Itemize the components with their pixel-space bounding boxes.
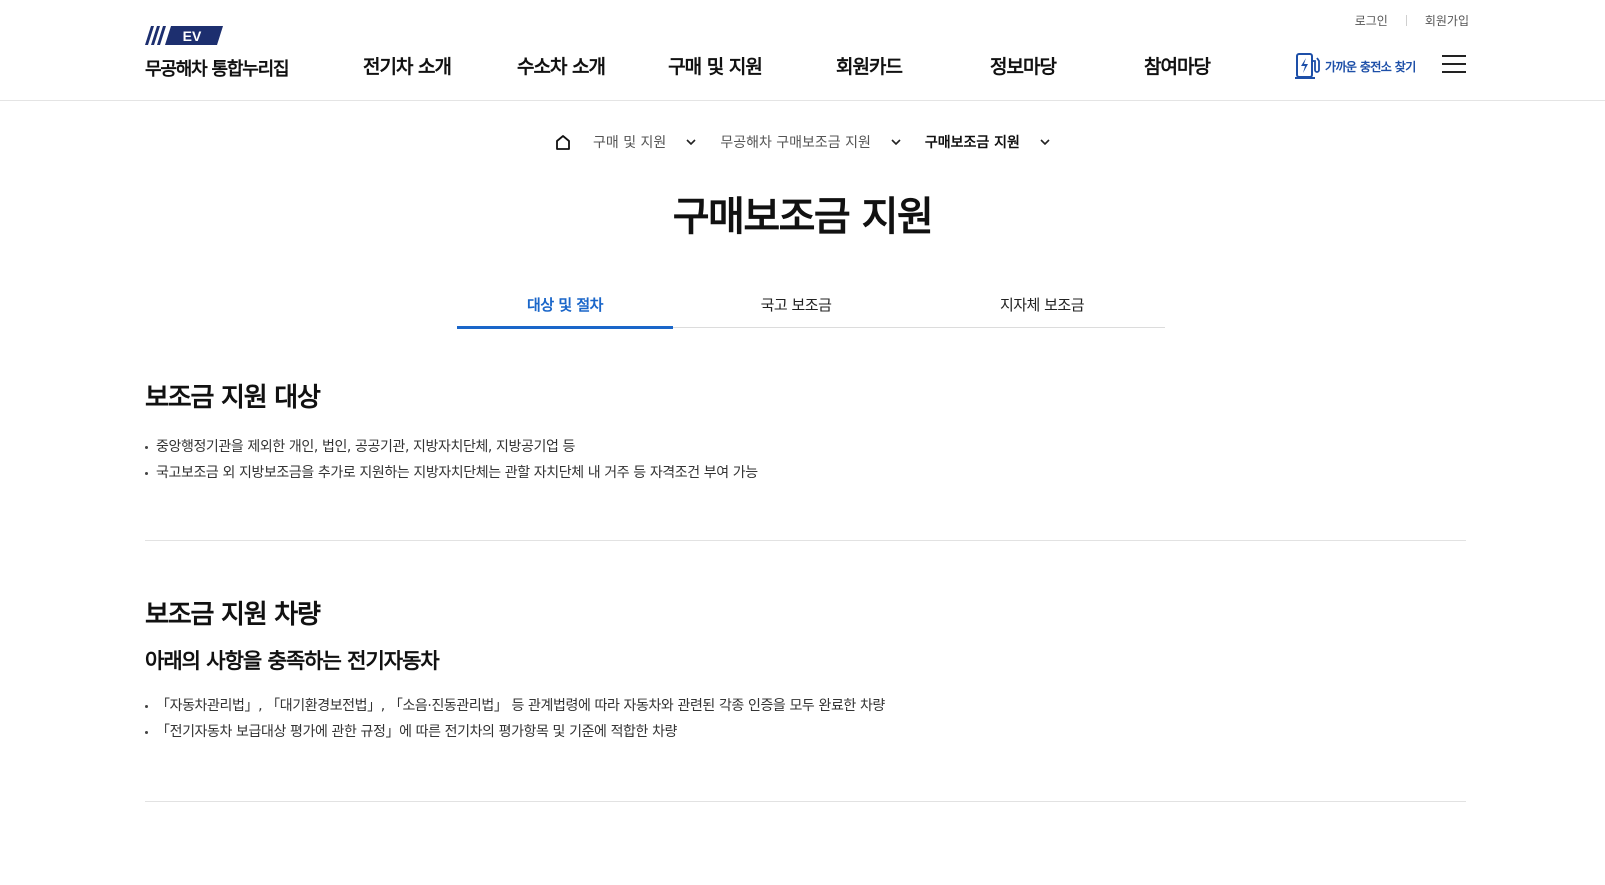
chevron-down-icon <box>686 139 696 145</box>
breadcrumb-label: 구매 및 지원 <box>593 135 667 151</box>
nav-ev-intro[interactable]: 전기차 소개 <box>363 52 452 79</box>
breadcrumb-label: 구매보조금 지원 <box>924 135 1020 151</box>
hamburger-menu-icon[interactable] <box>1442 55 1466 73</box>
ev-logo-mark: EV <box>145 26 305 45</box>
find-charger-label: 가까운 충전소 찾기 <box>1325 59 1416 74</box>
utility-divider <box>1405 15 1407 26</box>
nav-hydrogen-intro[interactable]: 수소차 소개 <box>517 52 606 79</box>
breadcrumb: 구매 및 지원 무공해차 구매보조금 지원 구매보조금 지원 <box>555 131 1074 153</box>
nav-purchase-support[interactable]: 구매 및 지원 <box>668 52 763 79</box>
breadcrumb-item-current[interactable]: 구매보조금 지원 <box>925 132 1050 152</box>
tab-bar: 대상 및 절차 국고 보조금 지자체 보조금 <box>457 280 1165 329</box>
section-subsidy-target: 보조금 지원 대상 중앙행정기관을 제외한 개인, 법인, 공공기관, 지방자치… <box>145 377 1466 486</box>
login-link[interactable]: 로그인 <box>1355 12 1388 29</box>
home-icon[interactable] <box>555 134 571 150</box>
ev-stripes-icon: EV <box>145 26 223 45</box>
logo-text: 무공해차 통합누리집 <box>145 59 290 80</box>
charging-station-icon <box>1295 53 1320 79</box>
signup-link[interactable]: 회원가입 <box>1425 12 1469 29</box>
site-logo[interactable]: EV 무공해차 통합누리집 <box>145 26 305 84</box>
section-subtitle: 아래의 사항을 충족하는 전기자동차 <box>145 649 440 673</box>
breadcrumb-item[interactable]: 구매 및 지원 <box>593 132 696 152</box>
breadcrumb-label: 무공해차 구매보조금 지원 <box>720 135 871 151</box>
nav-member-card[interactable]: 회원카드 <box>836 52 903 79</box>
page-title: 구매보조금 지원 <box>672 194 934 240</box>
utility-links: 로그인 회원가입 <box>1355 12 1469 29</box>
nav-info[interactable]: 정보마당 <box>990 52 1057 79</box>
find-charger-button[interactable]: 가까운 충전소 찾기 <box>1295 52 1416 80</box>
logo-badge-text: EV <box>183 28 202 44</box>
section-subsidy-vehicles: 보조금 지원 차량 아래의 사항을 충족하는 전기자동차 「자동차관리법」, 「… <box>145 594 1466 745</box>
list-item: 「자동차관리법」, 「대기환경보전법」, 「소음·진동관리법」 등 관계법령에 … <box>145 693 1466 719</box>
section-title: 보조금 지원 차량 <box>145 600 321 630</box>
section-divider <box>145 540 1466 541</box>
section-divider <box>145 801 1466 802</box>
list-item: 국고보조금 외 지방보조금을 추가로 지원하는 지방자치단체는 관할 자치단체 … <box>145 460 1466 486</box>
breadcrumb-item[interactable]: 무공해차 구매보조금 지원 <box>720 132 901 152</box>
chevron-down-icon <box>891 139 901 145</box>
bullet-list: 중앙행정기관을 제외한 개인, 법인, 공공기관, 지방자치단체, 지방공기업 … <box>145 434 1466 486</box>
section-title: 보조금 지원 대상 <box>145 383 321 413</box>
nav-participation[interactable]: 참여마당 <box>1144 52 1211 79</box>
bullet-list: 「자동차관리법」, 「대기환경보전법」, 「소음·진동관리법」 등 관계법령에 … <box>145 693 1466 745</box>
site-header: 로그인 회원가입 EV 무공해차 통합누리집 전기차 소개 수소차 소개 구매 … <box>0 0 1605 101</box>
list-item: 「전기자동차 보급대상 평가에 관한 규정」에 따른 전기차의 평가항목 및 기… <box>145 719 1466 745</box>
tab-target-procedure[interactable]: 대상 및 절차 <box>457 280 673 329</box>
chevron-down-icon <box>1040 139 1050 145</box>
tab-national-subsidy[interactable]: 국고 보조금 <box>673 280 919 328</box>
tab-local-subsidy[interactable]: 지자체 보조금 <box>919 280 1165 328</box>
list-item: 중앙행정기관을 제외한 개인, 법인, 공공기관, 지방자치단체, 지방공기업 … <box>145 434 1466 460</box>
